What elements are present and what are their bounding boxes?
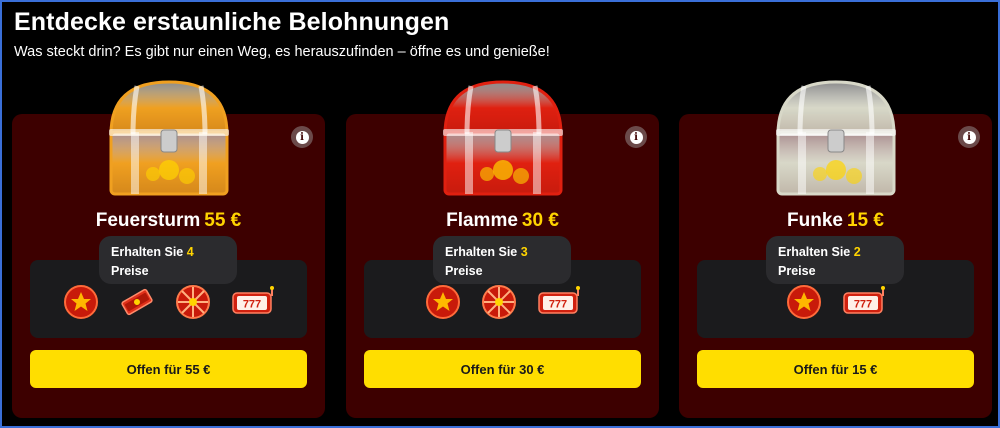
tooltip-count: 2 bbox=[853, 245, 861, 259]
open-chest-button[interactable]: Offen für 30 € bbox=[364, 350, 641, 388]
prize-row: 777 bbox=[364, 284, 641, 324]
prize-row: 777 bbox=[30, 284, 307, 324]
card-price: 15 € bbox=[846, 210, 884, 231]
card-title: Funke 15 € bbox=[679, 210, 992, 232]
slot-reel-icon: 777 bbox=[537, 284, 581, 320]
chest-card-feuersturm: i Feuersturm 55 € Erhalten Sie 4 Preise 7… bbox=[12, 80, 325, 418]
star-coin-icon bbox=[425, 284, 461, 320]
prize-count-tooltip: Erhalten Sie 2 Preise bbox=[766, 236, 904, 284]
card-title: Feuersturm 55 € bbox=[12, 210, 325, 232]
cash-stack-icon bbox=[119, 284, 155, 320]
tooltip-suffix: Preise bbox=[445, 264, 483, 278]
card-price: 55 € bbox=[204, 210, 242, 231]
card-name: Flamme bbox=[446, 210, 518, 231]
prize-count-tooltip: Erhalten Sie 4 Preise bbox=[99, 236, 237, 284]
tooltip-suffix: Preise bbox=[778, 264, 816, 278]
card-name: Funke bbox=[787, 210, 843, 231]
slot-reel-icon: 777 bbox=[231, 284, 275, 320]
slot-reel-icon: 777 bbox=[842, 284, 886, 320]
treasure-chest-icon[interactable] bbox=[764, 74, 908, 206]
tooltip-count: 4 bbox=[186, 245, 194, 259]
tooltip-prefix: Erhalten Sie bbox=[778, 245, 851, 259]
treasure-chest-icon[interactable] bbox=[431, 74, 575, 206]
star-coin-icon bbox=[786, 284, 822, 320]
svg-text:777: 777 bbox=[242, 299, 260, 311]
prize-wheel-icon bbox=[175, 284, 211, 320]
page-title: Entdecke erstaunliche Belohnungen bbox=[14, 8, 450, 36]
card-price: 30 € bbox=[521, 210, 559, 231]
svg-text:777: 777 bbox=[548, 299, 566, 311]
prize-count-tooltip: Erhalten Sie 3 Preise bbox=[433, 236, 571, 284]
tooltip-suffix: Preise bbox=[111, 264, 149, 278]
tooltip-prefix: Erhalten Sie bbox=[445, 245, 518, 259]
star-coin-icon bbox=[63, 284, 99, 320]
svg-text:777: 777 bbox=[853, 299, 871, 311]
tooltip-count: 3 bbox=[520, 245, 528, 259]
card-name: Feuersturm bbox=[95, 210, 201, 231]
card-title: Flamme 30 € bbox=[346, 210, 659, 232]
info-icon[interactable]: i bbox=[291, 126, 313, 148]
info-icon[interactable]: i bbox=[625, 126, 647, 148]
treasure-chest-icon[interactable] bbox=[97, 74, 241, 206]
chest-card-flamme: i Flamme 30 € Erhalten Sie 3 Preise 777 O… bbox=[346, 80, 659, 418]
prize-wheel-icon bbox=[481, 284, 517, 320]
open-chest-button[interactable]: Offen für 15 € bbox=[697, 350, 974, 388]
page-subtitle: Was steckt drin? Es gibt nur einen Weg, … bbox=[14, 44, 550, 60]
chest-card-funke: i Funke 15 € Erhalten Sie 2 Preise 777 Of… bbox=[679, 80, 992, 418]
open-chest-button[interactable]: Offen für 55 € bbox=[30, 350, 307, 388]
tooltip-prefix: Erhalten Sie bbox=[111, 245, 184, 259]
prize-row: 777 bbox=[697, 284, 974, 324]
info-icon[interactable]: i bbox=[958, 126, 980, 148]
page-frame: Entdecke erstaunliche Belohnungen Was st… bbox=[0, 0, 1000, 428]
